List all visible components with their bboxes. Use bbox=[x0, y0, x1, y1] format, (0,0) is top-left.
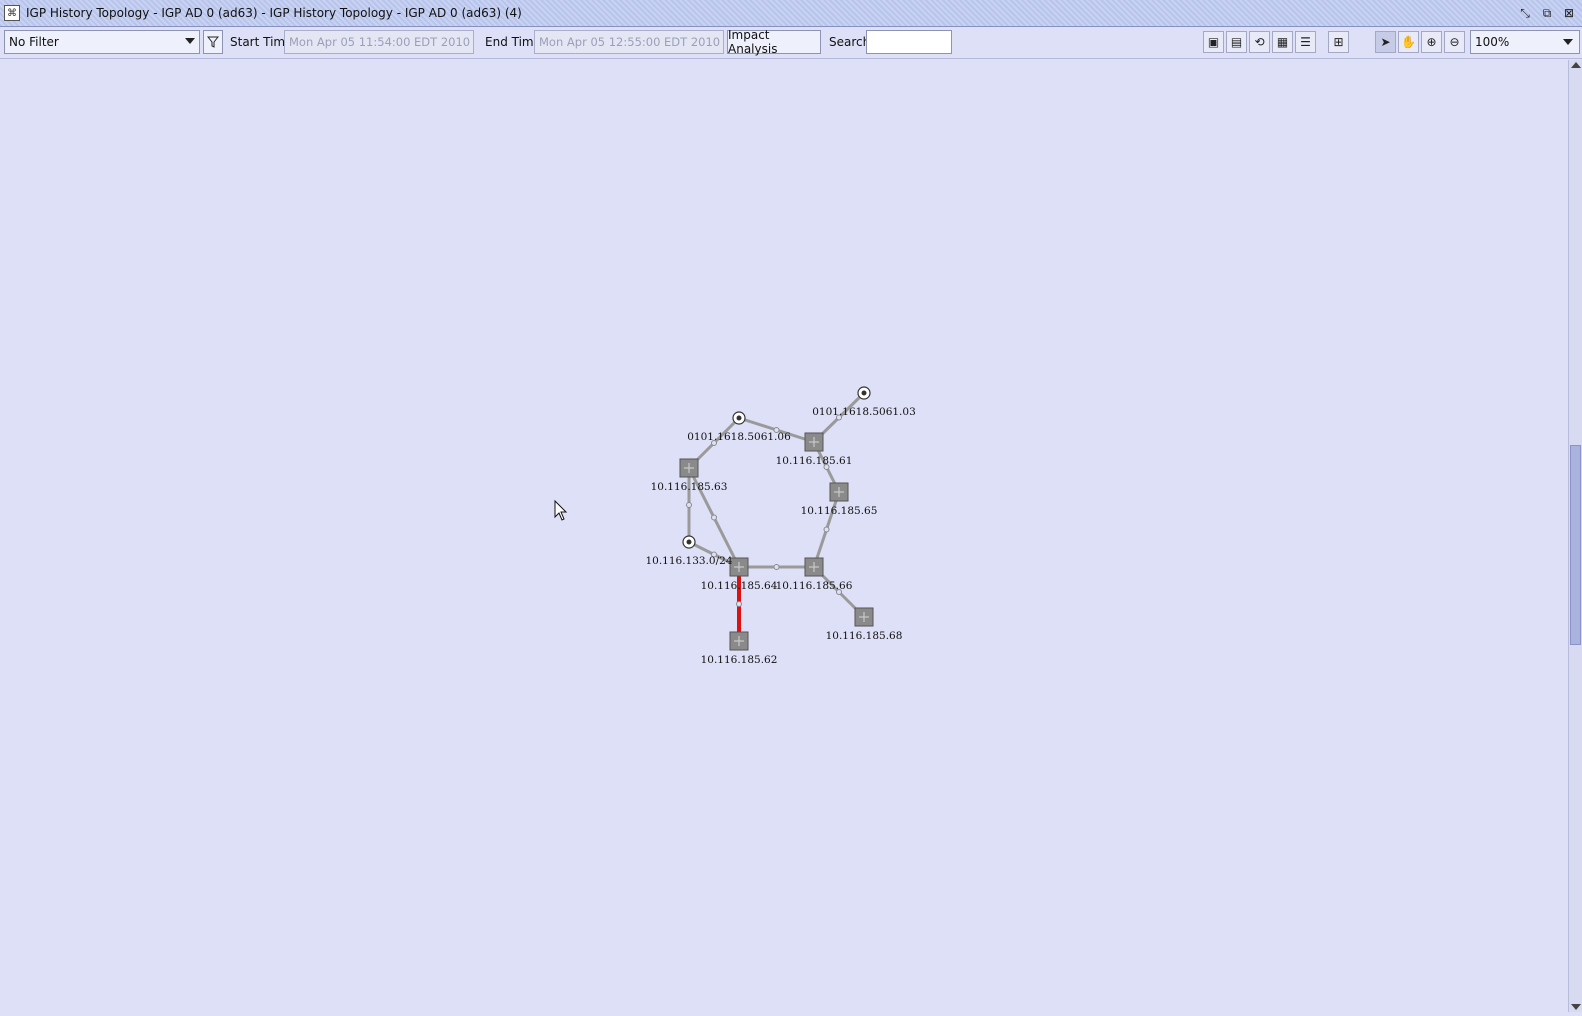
link-midpoint-marker bbox=[686, 502, 692, 508]
zoom-out-icon[interactable]: ⊖ bbox=[1444, 31, 1465, 53]
funnel-icon bbox=[207, 36, 219, 48]
topology-canvas[interactable]: 10.116.185.63 10.116.185.61 10.116.185.65 1… bbox=[0, 60, 1568, 1012]
filter-value: No Filter bbox=[9, 35, 59, 49]
search-label: Search bbox=[829, 35, 871, 49]
close-icon[interactable]: ⊠ bbox=[1560, 4, 1578, 22]
filter-button[interactable] bbox=[203, 30, 223, 54]
scroll-thumb[interactable] bbox=[1570, 445, 1581, 645]
node-n63[interactable]: 10.116.185.63 bbox=[651, 458, 728, 493]
window-title: IGP History Topology - IGP AD 0 (ad63) -… bbox=[26, 6, 522, 20]
properties-icon[interactable]: ▦ bbox=[1272, 31, 1293, 53]
link-midpoint-marker bbox=[711, 514, 717, 521]
title-bar: ⌘ IGP History Topology - IGP AD 0 (ad63)… bbox=[0, 0, 1582, 27]
zoom-value: 100% bbox=[1475, 35, 1510, 49]
scroll-up-icon[interactable] bbox=[1571, 62, 1581, 68]
node-label: 10.116.185.63 bbox=[651, 481, 728, 493]
export-icon[interactable]: ▤ bbox=[1226, 31, 1247, 53]
scroll-down-icon[interactable] bbox=[1571, 1004, 1581, 1010]
minimize-icon[interactable]: ⤡ bbox=[1516, 4, 1534, 22]
node-center-dot bbox=[861, 390, 867, 396]
zoom-dropdown[interactable]: 100% bbox=[1470, 30, 1580, 54]
node-label: 10.116.185.61 bbox=[776, 455, 853, 467]
node-p03[interactable]: 0101.1618.5061.03 bbox=[812, 386, 916, 418]
end-time-field[interactable]: Mon Apr 05 12:55:00 EDT 2010 bbox=[534, 30, 724, 54]
layout-icon[interactable]: ⊞ bbox=[1328, 31, 1349, 53]
pan-icon[interactable]: ✋ bbox=[1398, 31, 1419, 53]
node-label: 10.116.185.65 bbox=[801, 505, 878, 517]
node-label: 10.116.185.66 bbox=[776, 580, 853, 592]
select-icon[interactable]: ➤ bbox=[1375, 31, 1396, 53]
link-midpoint-marker bbox=[773, 564, 780, 570]
link-midpoint-marker bbox=[736, 601, 742, 607]
node-s133[interactable]: 10.116.133.0/24 bbox=[645, 535, 733, 567]
refresh-icon[interactable]: ⟲ bbox=[1249, 31, 1270, 53]
node-center-dot bbox=[736, 415, 742, 421]
restore-icon[interactable]: ⧉ bbox=[1538, 4, 1556, 22]
filter-dropdown[interactable]: No Filter bbox=[4, 30, 200, 54]
start-time-field[interactable]: Mon Apr 05 11:54:00 EDT 2010 bbox=[284, 30, 474, 54]
end-time-label: End Time bbox=[485, 35, 541, 49]
link-midpoint-marker bbox=[823, 526, 830, 533]
node-label: 0101.1618.5061.03 bbox=[812, 406, 916, 418]
zoom-in-icon[interactable]: ⊕ bbox=[1421, 31, 1442, 53]
window-controls: ⤡ ⧉ ⊠ bbox=[1516, 4, 1578, 22]
node-n65[interactable]: 10.116.185.65 bbox=[801, 482, 878, 517]
vertical-scrollbar[interactable] bbox=[1568, 60, 1582, 1012]
node-label: 10.116.185.68 bbox=[826, 630, 903, 642]
node-label: 10.116.133.0/24 bbox=[645, 555, 732, 567]
node-center-dot bbox=[686, 539, 692, 545]
legend-icon[interactable]: ☰ bbox=[1295, 31, 1316, 53]
chevron-down-icon bbox=[1563, 39, 1573, 45]
node-n62[interactable]: 10.116.185.62 bbox=[701, 631, 778, 666]
node-label: 0101.1618.5061.06 bbox=[687, 431, 791, 443]
topology-icon: ⌘ bbox=[4, 5, 20, 21]
node-n68[interactable]: 10.116.185.68 bbox=[826, 607, 903, 642]
node-n66[interactable]: 10.116.185.66 bbox=[776, 557, 853, 592]
save-icon[interactable]: ▣ bbox=[1203, 31, 1224, 53]
toolbar: No Filter Start Time Mon Apr 05 11:54:00… bbox=[0, 27, 1582, 59]
chevron-down-icon bbox=[185, 38, 195, 44]
impact-analysis-button[interactable]: Impact Analysis bbox=[727, 28, 821, 56]
node-label: 10.116.185.64 bbox=[701, 580, 778, 592]
mouse-cursor-icon bbox=[554, 499, 568, 521]
topology-graph[interactable]: 10.116.185.63 10.116.185.61 10.116.185.65 1… bbox=[0, 60, 1568, 1012]
search-input[interactable] bbox=[866, 30, 952, 54]
node-label: 10.116.185.62 bbox=[701, 654, 778, 666]
